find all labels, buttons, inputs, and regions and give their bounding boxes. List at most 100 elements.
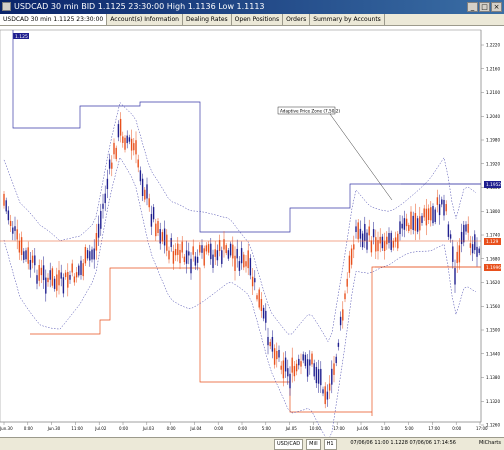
candle-body	[130, 138, 133, 151]
candle-body	[5, 200, 7, 212]
candle-body	[126, 135, 128, 144]
candle-body	[421, 215, 423, 223]
candle-body	[214, 249, 216, 257]
price-tick-label: 1.2100	[486, 90, 500, 95]
candle-body	[45, 277, 47, 294]
candle-body	[350, 248, 353, 265]
candle-body	[108, 159, 111, 169]
candle-body	[432, 206, 434, 224]
candle-body	[474, 234, 476, 251]
candle-body	[157, 221, 159, 233]
candle-body	[359, 228, 362, 239]
date-tick-label: Jul.06	[356, 426, 369, 431]
candle-body	[14, 226, 16, 231]
candle-body	[227, 250, 230, 259]
date-tick-label: 0:00	[167, 426, 176, 431]
candle-body	[60, 272, 62, 279]
candle-body	[89, 251, 91, 261]
candle-body	[364, 223, 366, 242]
candle-body	[12, 227, 14, 234]
candle-body	[399, 221, 401, 235]
candle-body	[368, 226, 370, 236]
candle-body	[34, 255, 36, 266]
candle-body	[229, 243, 232, 256]
candle-body	[265, 310, 267, 323]
price-chart[interactable]: 1.125 1.2220 1.2160 1.2100 1.2040 1.1980 1.19…	[0, 0, 504, 450]
candle-body	[49, 270, 51, 280]
price-tick-label: 1.1920	[486, 161, 500, 166]
date-tick-label: 17:00	[333, 426, 345, 431]
pair-selector[interactable]: USD/CAD	[274, 439, 304, 450]
candle-body	[375, 237, 377, 252]
candle-body	[262, 307, 265, 319]
candle-body	[161, 232, 164, 242]
candle-body	[326, 391, 329, 400]
candle-body	[287, 368, 289, 377]
candle-body	[331, 368, 333, 385]
candle-body	[408, 224, 410, 231]
date-tick-label: 0:00	[452, 426, 461, 431]
candle-body	[141, 178, 144, 196]
candle-body	[95, 233, 98, 251]
date-tick-label: Jul.05	[285, 426, 298, 431]
price-tick-label: 1.1500	[486, 328, 500, 333]
candle-body	[295, 363, 298, 372]
candle-body	[36, 275, 38, 284]
price-tick-label: 1.1440	[486, 351, 500, 356]
candle-body	[232, 244, 234, 259]
candle-body	[111, 162, 113, 169]
candle-body	[75, 272, 78, 278]
candle-body	[188, 251, 190, 256]
candle-body	[458, 245, 461, 263]
date-tick-label: 10:00	[309, 426, 321, 431]
candle-body	[97, 223, 100, 238]
price-tick-label: 1.1680	[486, 256, 500, 261]
candle-body	[333, 363, 335, 375]
candle-body	[240, 248, 243, 264]
candle-body	[337, 342, 340, 347]
candle-body	[148, 198, 150, 208]
candle-body	[203, 248, 205, 266]
candle-body	[392, 241, 395, 248]
candle-body	[20, 237, 23, 255]
candle-body	[225, 245, 227, 254]
price-tick-label: 1.1380	[486, 375, 500, 380]
candle-body	[78, 265, 80, 276]
candle-body	[469, 243, 472, 248]
candle-body	[172, 251, 175, 264]
candle-body	[67, 272, 69, 288]
candle-body	[249, 258, 252, 276]
candle-body	[216, 250, 219, 261]
candle-body	[133, 143, 135, 151]
candle-body	[419, 216, 421, 231]
candle-body	[84, 247, 87, 264]
candle-body	[146, 184, 148, 199]
candle-body	[438, 204, 441, 216]
candle-body	[25, 250, 27, 260]
candle-body	[135, 140, 137, 155]
date-tick-label: Jun.30	[47, 426, 61, 431]
candle-body	[73, 276, 76, 283]
candle-body	[434, 209, 436, 222]
candle-body	[7, 210, 10, 221]
candle-body	[128, 137, 131, 142]
candle-body	[313, 363, 315, 377]
candle-body	[256, 295, 258, 300]
candle-body	[456, 251, 458, 264]
candle-body	[47, 277, 49, 283]
candle-body	[388, 233, 390, 243]
candle-body	[276, 350, 278, 360]
candle-body	[23, 251, 25, 260]
indicator-annotation-text: Adaptive Price Zone (7,50,2)	[280, 108, 340, 113]
candle-body	[100, 210, 102, 229]
candle-body	[207, 244, 210, 253]
candle-body	[221, 250, 223, 264]
date-tick-label: 5:00	[262, 426, 271, 431]
timeframe-selector[interactable]: Mill	[306, 439, 321, 450]
candle-body	[339, 316, 342, 326]
price-tick-label: 1.1260	[486, 423, 500, 428]
candle-body	[53, 278, 56, 289]
candle-body	[278, 349, 280, 358]
period-selector[interactable]: H1	[323, 439, 337, 450]
price-tick-label: 1.1800	[486, 209, 500, 214]
